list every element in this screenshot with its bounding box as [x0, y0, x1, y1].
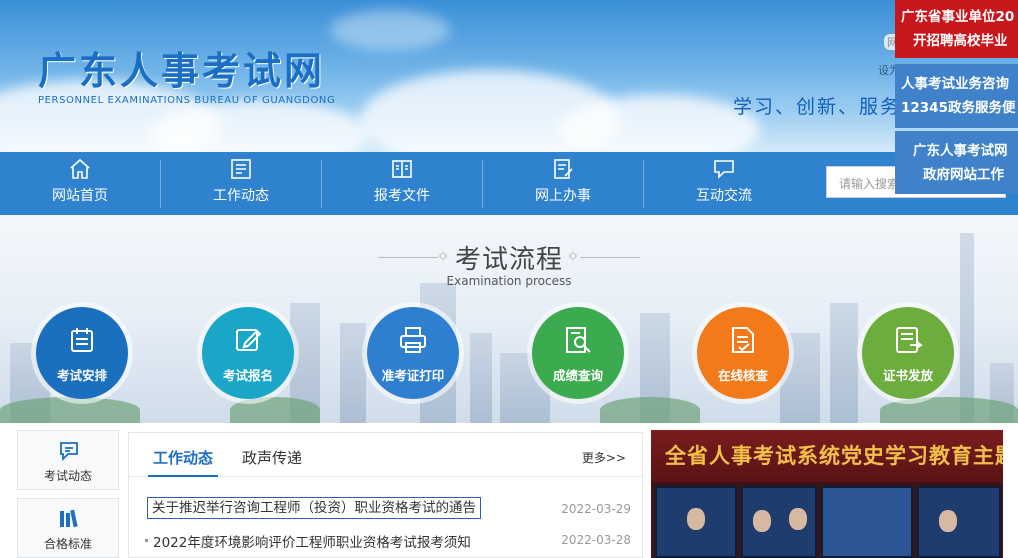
- list-bullet: [145, 539, 148, 542]
- process-title: 考试流程: [454, 245, 563, 275]
- news-panel: 工作动态 政声传递 更多>> 关于推迟举行咨询工程师（投资）职业资格考试的通告 …: [128, 432, 643, 558]
- nav-label: 互动交流: [696, 188, 752, 204]
- process-step-label: 考试报名: [222, 368, 273, 383]
- tab-work-news[interactable]: 工作动态: [153, 447, 213, 468]
- notice-float-recruitment[interactable]: 广东省事业单位20 开招聘高校毕业: [895, 0, 1018, 58]
- notice-line: 广东人事考试网: [913, 143, 1008, 159]
- notice-line: 广东省事业单位20: [901, 9, 1015, 25]
- process-step-exam-schedule[interactable]: 考试安排: [36, 307, 128, 399]
- printer-icon: [400, 327, 426, 353]
- nav-label: 网站首页: [52, 188, 108, 204]
- active-tab-indicator: [148, 475, 218, 477]
- process-step-label: 证书发放: [882, 368, 933, 383]
- nav-label: 网上办事: [535, 188, 591, 204]
- news-title[interactable]: 关于推迟举行咨询工程师（投资）职业资格考试的通告: [147, 497, 481, 519]
- nav-label: 报考文件: [374, 188, 430, 204]
- notice-float-report[interactable]: 广东人事考试网 政府网站工作: [895, 131, 1018, 194]
- site-logo[interactable]: 广东人事考试网: [38, 40, 325, 95]
- process-step-label: 在线核查: [717, 368, 768, 383]
- nav-item-online-service[interactable]: 网上办事: [483, 152, 643, 215]
- home-icon: [70, 158, 90, 179]
- notice-line: 12345政务服务便: [901, 100, 1016, 116]
- site-logo-english: PERSONNEL EXAMINATIONS BUREAU OF GUANGDO…: [38, 95, 336, 106]
- notice-line: 人事考试业务咨询: [901, 76, 1009, 92]
- photo-caption: 全省人事考试系统党史学习教育主题知识竞赛: [665, 443, 1003, 468]
- side-link-label: 考试动态: [43, 469, 92, 483]
- side-link-exam-news[interactable]: 考试动态: [17, 430, 119, 490]
- edit-icon: [236, 329, 262, 351]
- video-screen: [917, 486, 1001, 558]
- nav-item-work-news[interactable]: 工作动态: [161, 152, 321, 215]
- notice-line: 开招聘高校毕业: [913, 33, 1008, 49]
- video-screen: [821, 486, 913, 558]
- search-doc-icon: [566, 327, 591, 353]
- schedule-icon: [71, 328, 93, 352]
- process-step-certificate[interactable]: 证书发放: [862, 307, 954, 399]
- site-header: 广东人事考试网 PERSONNEL EXAMINATIONS BUREAU OF…: [0, 0, 1018, 152]
- notice-float-consult[interactable]: 人事考试业务咨询 12345政务服务便: [895, 64, 1018, 128]
- notice-line: 政府网站工作: [923, 167, 1004, 183]
- more-link[interactable]: 更多>>: [582, 449, 626, 466]
- process-step-label: 成绩查询: [552, 368, 603, 383]
- process-step-online-verify[interactable]: 在线核查: [697, 307, 789, 399]
- process-step-label: 准考证打印: [381, 368, 445, 383]
- video-screen: [741, 486, 817, 558]
- process-step-registration[interactable]: 考试报名: [202, 307, 294, 399]
- nav-label: 工作动态: [213, 188, 269, 204]
- certificate-icon: [896, 327, 923, 353]
- nav-item-home[interactable]: 网站首页: [0, 152, 160, 215]
- form-edit-icon: [554, 159, 573, 179]
- process-step-score-query[interactable]: 成绩查询: [532, 307, 624, 399]
- photo-banner: 全省人事考试系统党史学习教育主题知识竞赛: [651, 430, 1003, 482]
- verify-doc-icon: [732, 327, 754, 353]
- news-title[interactable]: 2022年度环境影响评价工程师职业资格考试报考须知: [153, 531, 471, 551]
- chat-bubble-icon: [60, 442, 78, 462]
- chat-icon: [714, 160, 734, 179]
- book-icon: [392, 160, 412, 178]
- process-subtitle: Examination process: [446, 274, 572, 288]
- news-date: 2022-03-29: [561, 502, 631, 516]
- side-link-label: 合格标准: [43, 537, 92, 551]
- side-link-pass-standard[interactable]: 合格标准: [17, 498, 119, 558]
- news-row[interactable]: 关于推迟举行咨询工程师（投资）职业资格考试的通告 2022-03-29: [145, 497, 631, 521]
- exam-process-section: 考试流程 Examination process 考试安排 考试报名 准考证打印…: [0, 215, 1018, 423]
- nav-item-exam-docs[interactable]: 报考文件: [322, 152, 482, 215]
- featured-photo[interactable]: 全省人事考试系统党史学习教育主题知识竞赛: [651, 430, 1003, 558]
- process-step-admission-ticket[interactable]: 准考证打印: [367, 307, 459, 399]
- news-row[interactable]: 2022年度环境影响评价工程师职业资格考试报考须知 2022-03-28: [145, 528, 631, 552]
- news-list-icon: [231, 159, 251, 179]
- process-step-label: 考试安排: [56, 368, 107, 383]
- search-placeholder: 请输入搜索: [839, 177, 900, 191]
- video-screen: [655, 486, 737, 558]
- news-date: 2022-03-28: [561, 533, 631, 547]
- site-slogan: 学习、创新、服务: [733, 96, 902, 118]
- books-icon: [60, 509, 78, 528]
- tab-policy-news[interactable]: 政声传递: [242, 447, 302, 468]
- nav-item-interaction[interactable]: 互动交流: [644, 152, 804, 215]
